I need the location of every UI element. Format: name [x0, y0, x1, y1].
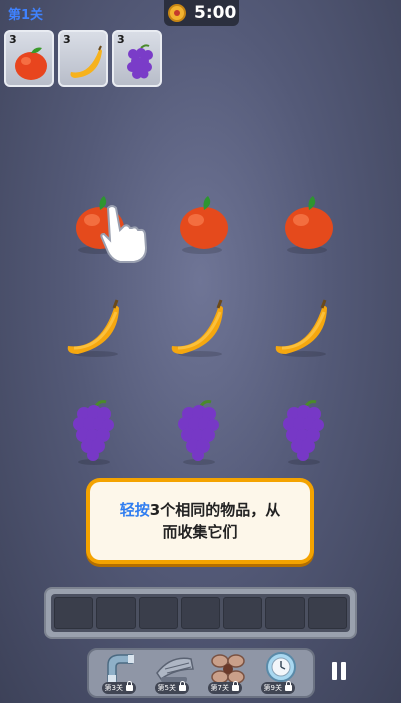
lock-icon — [284, 681, 292, 691]
tray-slot — [54, 597, 94, 629]
goal-card-grapes: 3 — [112, 30, 162, 87]
tool-level-label: 第9关 — [263, 684, 282, 692]
tray-slot — [265, 597, 305, 629]
level-label: 第1关 — [8, 8, 44, 23]
board-apple[interactable] — [176, 194, 232, 254]
board-banana[interactable] — [168, 298, 228, 358]
board-apple[interactable] — [281, 194, 337, 254]
board-banana[interactable] — [272, 298, 332, 358]
banana-icon — [70, 45, 102, 78]
tip-line-2: 而收集它们 — [162, 523, 238, 541]
tray-slot — [138, 597, 178, 629]
tool-level-badge: 第3关 — [101, 681, 136, 694]
tip-line-1-rest: 3个相同的物品，从 — [149, 501, 281, 519]
tools-bar: 第3关 第5关 第7关 第9关 — [87, 648, 315, 698]
tip-line-1: 轻按3个相同的物品，从 — [120, 499, 280, 521]
board-banana[interactable] — [64, 298, 124, 358]
apple-icon — [15, 47, 47, 80]
tip-content: 轻按3个相同的物品，从 而收集它们 — [90, 482, 310, 560]
tray-slot — [223, 597, 263, 629]
tray-slot — [307, 597, 347, 629]
tool-level-badge: 第9关 — [260, 681, 295, 694]
timer: 5:00 — [164, 0, 239, 26]
goal-card-apple: 3 — [4, 30, 54, 87]
collection-tray — [44, 587, 357, 639]
lock-icon — [125, 681, 133, 691]
board-grapes[interactable] — [70, 398, 118, 466]
lock-icon — [231, 681, 239, 691]
goal-card-banana: 3 — [58, 30, 108, 87]
tip-highlight: 轻按 — [119, 501, 150, 519]
timer-value: 5:00 — [194, 3, 237, 23]
tool-level-label: 第5关 — [157, 684, 176, 692]
grapes-icon — [127, 44, 153, 79]
tool-fan[interactable]: 第5关 — [151, 651, 199, 695]
tool-level-badge: 第7关 — [207, 681, 242, 694]
tool-level-label: 第3关 — [104, 684, 123, 692]
pause-button[interactable] — [328, 662, 350, 686]
board-grapes[interactable] — [175, 398, 223, 466]
pause-icon — [332, 662, 337, 680]
tool-propeller[interactable]: 第7关 — [204, 651, 252, 695]
board-grapes[interactable] — [280, 398, 328, 466]
tool-freeze-clock[interactable]: 第9关 — [257, 651, 305, 695]
tool-magnet[interactable]: 第3关 — [98, 651, 146, 695]
tool-level-label: 第7关 — [210, 684, 229, 692]
hand-pointer-icon — [100, 205, 148, 263]
lock-icon — [178, 681, 186, 691]
pause-icon — [341, 662, 346, 680]
tray-slot — [180, 597, 221, 629]
tool-level-badge: 第5关 — [154, 681, 189, 694]
tray-slot — [96, 597, 136, 629]
tutorial-tip: 轻按3个相同的物品，从 而收集它们 — [86, 478, 314, 564]
clock-icon — [168, 4, 186, 22]
